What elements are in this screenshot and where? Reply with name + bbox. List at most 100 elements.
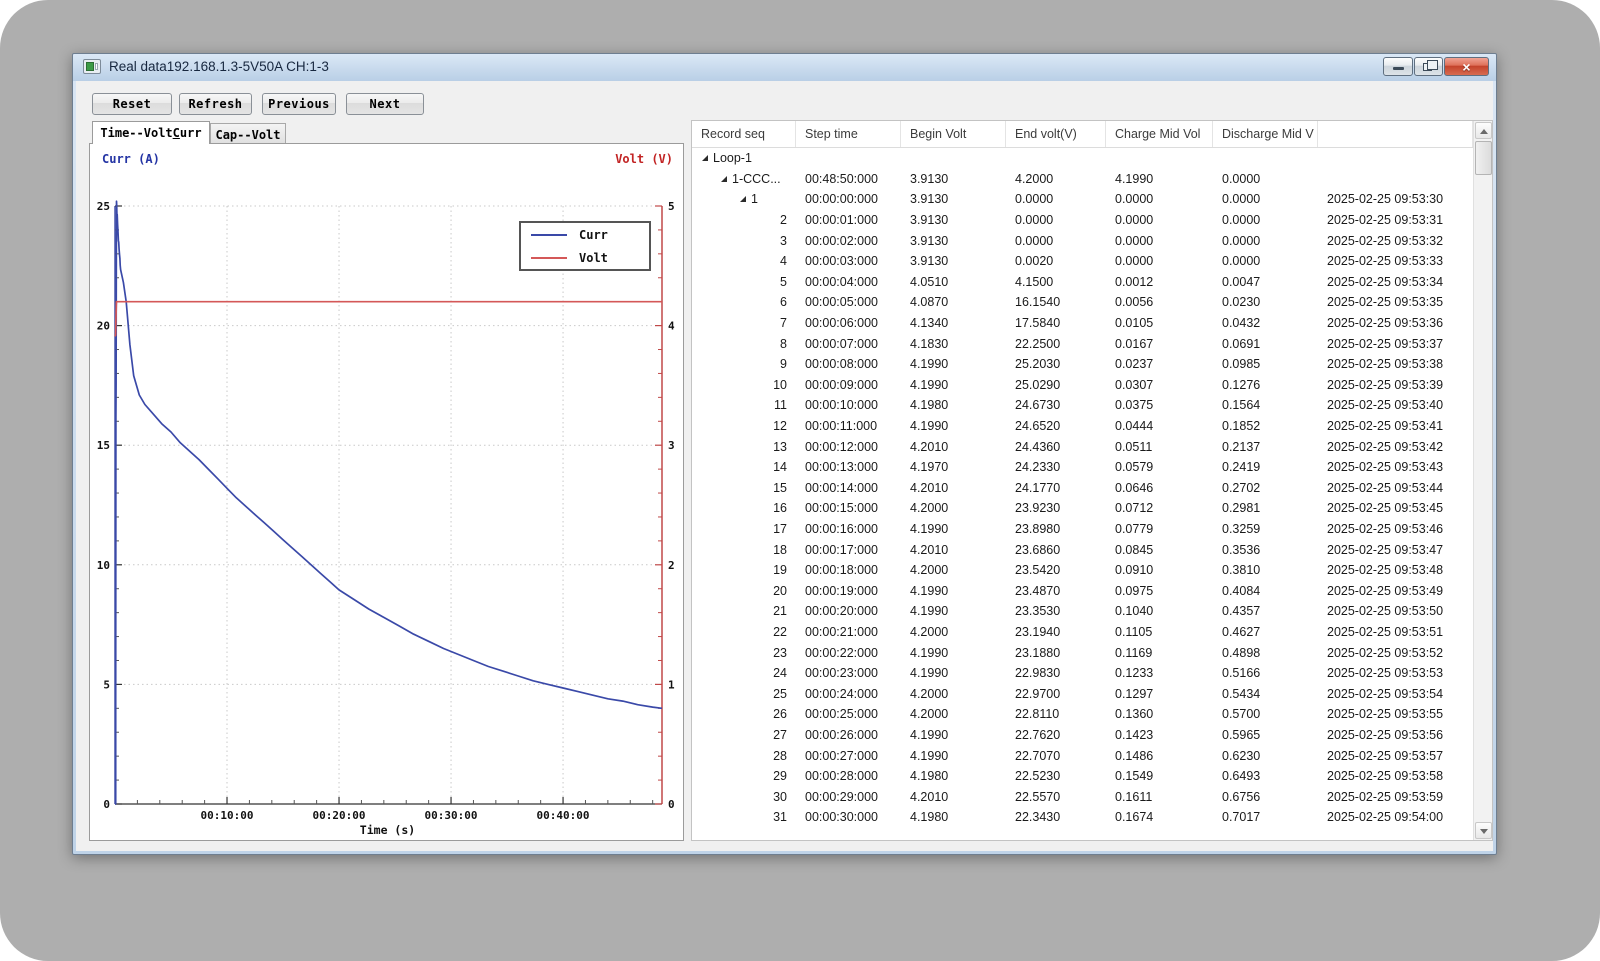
table-row[interactable]: 3000:00:29:0004.201022.55700.16110.67562… (692, 786, 1473, 807)
begin-volt-cell: 4.1990 (901, 378, 1006, 392)
begin-volt-cell: 4.0510 (901, 275, 1006, 289)
charge-mid-cell: 0.0444 (1106, 419, 1213, 433)
charge-mid-cell: 0.1105 (1106, 625, 1213, 639)
column-header[interactable]: Step time (796, 121, 901, 147)
table-row[interactable]: 1000:00:09:0004.199025.02900.03070.12762… (692, 375, 1473, 396)
column-header[interactable]: Begin Volt (901, 121, 1006, 147)
table-row[interactable]: 2600:00:25:0004.200022.81100.13600.57002… (692, 704, 1473, 725)
table-row[interactable]: 1300:00:12:0004.201024.43600.05110.21372… (692, 436, 1473, 457)
step-time-cell: 00:00:16:000 (796, 522, 901, 536)
tree-expander-icon[interactable] (740, 196, 746, 202)
table-row[interactable]: 1800:00:17:0004.201023.68600.08450.35362… (692, 539, 1473, 560)
column-header[interactable]: Record seq (692, 121, 796, 147)
restore-button[interactable] (1414, 57, 1443, 76)
begin-volt-cell: 3.9130 (901, 172, 1006, 186)
next-button[interactable]: Next (346, 93, 424, 115)
record-seq-cell: 17 (692, 522, 796, 536)
tree-expander-icon[interactable] (702, 155, 708, 161)
table-row[interactable]: 500:00:04:0004.05104.15000.00120.0047202… (692, 272, 1473, 293)
table-row[interactable]: 600:00:05:0004.087016.15400.00560.023020… (692, 292, 1473, 313)
column-header[interactable] (1318, 121, 1473, 147)
end-volt-cell: 24.6520 (1006, 419, 1106, 433)
titlebar[interactable]: Real data192.168.1.3-5V50A CH:1-3 × (73, 54, 1496, 81)
timestamp-cell: 2025-02-25 09:53:56 (1318, 728, 1473, 742)
table-row[interactable]: 1700:00:16:0004.199023.89800.07790.32592… (692, 519, 1473, 540)
previous-button[interactable]: Previous (262, 93, 336, 115)
tree-expander-icon[interactable] (721, 176, 727, 182)
tab-cap-volt[interactable]: Cap--Volt (210, 123, 286, 144)
discharge-mid-cell: 0.0000 (1213, 192, 1318, 206)
refresh-button[interactable]: Refresh (179, 93, 252, 115)
minimize-button[interactable] (1383, 57, 1413, 76)
table-row[interactable]: 3100:00:30:0004.198022.34300.16740.70172… (692, 807, 1473, 828)
end-volt-cell: 25.2030 (1006, 357, 1106, 371)
table-row[interactable]: 900:00:08:0004.199025.20300.02370.098520… (692, 354, 1473, 375)
scrollbar-thumb[interactable] (1475, 141, 1492, 175)
step-time-cell: 00:00:29:000 (796, 790, 901, 804)
table-row[interactable]: 1500:00:14:0004.201024.17700.06460.27022… (692, 478, 1473, 499)
record-seq-cell: 26 (692, 707, 796, 721)
step-time-cell: 00:00:10:000 (796, 398, 901, 412)
end-volt-cell: 23.5420 (1006, 563, 1106, 577)
table-row[interactable]: 2700:00:26:0004.199022.76200.14230.59652… (692, 725, 1473, 746)
end-volt-cell: 4.2000 (1006, 172, 1106, 186)
scroll-down-button[interactable] (1475, 822, 1492, 839)
tree-node-label: 1-CCC... (732, 172, 781, 186)
timestamp-cell: 2025-02-25 09:53:35 (1318, 295, 1473, 309)
table-row[interactable]: 200:00:01:0003.91300.00000.00000.0000202… (692, 210, 1473, 231)
record-seq-cell: 12 (692, 419, 796, 433)
table-row[interactable]: 400:00:03:0003.91300.00200.00000.0000202… (692, 251, 1473, 272)
end-volt-cell: 23.8980 (1006, 522, 1106, 536)
table-row[interactable]: 2800:00:27:0004.199022.70700.14860.62302… (692, 745, 1473, 766)
step-time-cell: 00:00:05:000 (796, 295, 901, 309)
begin-volt-cell: 4.2000 (901, 707, 1006, 721)
close-button[interactable]: × (1444, 57, 1489, 76)
discharge-mid-cell: 0.5166 (1213, 666, 1318, 680)
table-row[interactable]: 800:00:07:0004.183022.25000.01670.069120… (692, 333, 1473, 354)
record-seq-cell: 18 (692, 543, 796, 557)
begin-volt-cell: 4.1990 (901, 728, 1006, 742)
table-row[interactable]: 2900:00:28:0004.198022.52300.15490.64932… (692, 766, 1473, 787)
charge-mid-cell: 0.0712 (1106, 501, 1213, 515)
begin-volt-cell: 4.1990 (901, 584, 1006, 598)
curr-line-swatch (531, 234, 567, 236)
record-seq-cell: 22 (692, 625, 796, 639)
table-row[interactable]: 1-CCC...00:48:50:0003.91304.20004.19900.… (692, 169, 1473, 190)
table-row[interactable]: 700:00:06:0004.134017.58400.01050.043220… (692, 313, 1473, 334)
table-row[interactable]: 1900:00:18:0004.200023.54200.09100.38102… (692, 560, 1473, 581)
step-time-cell: 00:00:15:000 (796, 501, 901, 515)
begin-volt-cell: 4.1990 (901, 419, 1006, 433)
step-time-cell: 00:00:03:000 (796, 254, 901, 268)
table-row[interactable]: 2400:00:23:0004.199022.98300.12330.51662… (692, 663, 1473, 684)
table-row[interactable]: 2100:00:20:0004.199023.35300.10400.43572… (692, 601, 1473, 622)
table-row[interactable]: 1200:00:11:0004.199024.65200.04440.18522… (692, 416, 1473, 437)
timestamp-cell: 2025-02-25 09:53:50 (1318, 604, 1473, 618)
charge-mid-cell: 0.0000 (1106, 192, 1213, 206)
table-row[interactable]: 2500:00:24:0004.200022.97000.12970.54342… (692, 683, 1473, 704)
column-header[interactable]: Discharge Mid V (1213, 121, 1318, 147)
table-row[interactable]: 1100:00:10:0004.198024.67300.03750.15642… (692, 395, 1473, 416)
step-time-cell: 00:00:17:000 (796, 543, 901, 557)
step-time-cell: 00:48:50:000 (796, 172, 901, 186)
scroll-up-button[interactable] (1475, 122, 1492, 139)
table-row[interactable]: 1600:00:15:0004.200023.92300.07120.29812… (692, 498, 1473, 519)
table-row[interactable]: 2300:00:22:0004.199023.18800.11690.48982… (692, 642, 1473, 663)
vertical-scrollbar[interactable] (1473, 121, 1492, 840)
record-seq-cell: 7 (692, 316, 796, 330)
end-volt-cell: 22.9830 (1006, 666, 1106, 680)
record-seq-cell: 9 (692, 357, 796, 371)
table-row[interactable]: 2200:00:21:0004.200023.19400.11050.46272… (692, 622, 1473, 643)
table-row[interactable]: 300:00:02:0003.91300.00000.00000.0000202… (692, 230, 1473, 251)
minimize-icon (1393, 67, 1404, 70)
tab-time-voltcurr[interactable]: Time--VoltCurr (92, 121, 210, 144)
column-header[interactable]: End volt(V) (1006, 121, 1106, 147)
table-row[interactable]: 100:00:00:0003.91300.00000.00000.0000202… (692, 189, 1473, 210)
table-row[interactable]: Loop-1 (692, 148, 1473, 169)
table-row[interactable]: 1400:00:13:0004.197024.23300.05790.24192… (692, 457, 1473, 478)
column-header[interactable]: Charge Mid Vol (1106, 121, 1213, 147)
table-row[interactable]: 2000:00:19:0004.199023.48700.09750.40842… (692, 580, 1473, 601)
reset-button[interactable]: Reset (92, 93, 172, 115)
timestamp-cell: 2025-02-25 09:53:40 (1318, 398, 1473, 412)
step-time-cell: 00:00:23:000 (796, 666, 901, 680)
step-time-cell: 00:00:11:000 (796, 419, 901, 433)
